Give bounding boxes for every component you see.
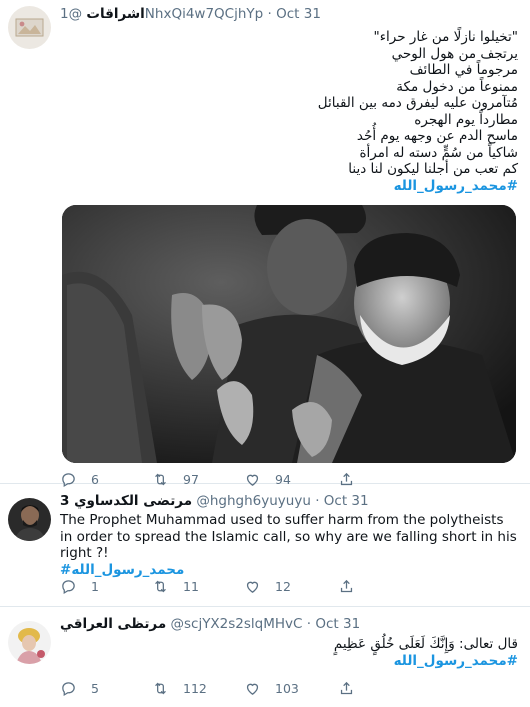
separator-dot: · [315, 493, 320, 509]
share-icon [340, 681, 353, 695]
display-name[interactable]: مرتضى الكدساوي 3 [60, 493, 192, 509]
like-icon [246, 581, 259, 593]
tweet-header: اشراقات @1NhxQi4w7QCjhYp · Oct 31 [60, 6, 321, 22]
share-button[interactable] [338, 578, 369, 595]
tweet-line: شاكياً من سُمٍّ دسته له امرأة [359, 144, 518, 161]
share-icon [340, 579, 353, 593]
tweet-line: كم تعب من أجلنا ليكون لنا دينا [348, 161, 518, 177]
tweet-line: مُتآمرون عليه ليفرق دمه بين القبائل [317, 95, 518, 111]
avatar[interactable] [8, 621, 51, 664]
tweet-line: مرجوماً في الطائف [409, 62, 518, 78]
like-count: 103 [275, 681, 299, 696]
like-button[interactable]: 103 [244, 680, 299, 697]
tweet-1[interactable]: اشراقات @1NhxQi4w7QCjhYp · Oct 31 "تخيلو… [0, 0, 530, 488]
reply-icon [62, 580, 75, 595]
tweet-text-content: قال تعالى: وَإِنَّكَ لَعَلَى خُلُقٍ عَظِ… [333, 636, 518, 652]
like-count: 12 [275, 579, 291, 594]
hashtag-link[interactable]: #محمد_رسول_الله [60, 653, 518, 670]
like-icon [246, 683, 259, 695]
tweet-date[interactable]: Oct 31 [315, 616, 360, 632]
hashtag-link[interactable]: #محمد_رسول_الله [60, 178, 518, 195]
display-name[interactable]: اشراقات [86, 6, 144, 22]
retweet-icon [155, 682, 166, 695]
avatar[interactable] [8, 498, 51, 541]
user-handle[interactable]: @hghgh6yuyuyu [196, 493, 311, 509]
tweet-line: مطارداً يوم الهجره [414, 111, 518, 128]
tweet-line: ممنوعاً من دخول مكة [396, 78, 518, 95]
reply-count: 5 [91, 681, 99, 696]
tweet-header: مرتظى العراقي @scjYX2s2slqMHvC · Oct 31 [60, 616, 360, 632]
tweet-date[interactable]: Oct 31 [276, 6, 321, 22]
reply-button[interactable]: 1 [60, 578, 99, 595]
tweet-2[interactable]: مرتضى الكدساوي 3 @hghgh6yuyuyu · Oct 31 … [0, 484, 530, 607]
tweet-photo[interactable] [62, 205, 516, 463]
retweet-button[interactable]: 11 [152, 578, 199, 595]
avatar[interactable] [8, 6, 51, 49]
tweet-3[interactable]: مرتظى العراقي @scjYX2s2slqMHvC · Oct 31 … [0, 607, 530, 707]
tweet-text: قال تعالى: وَإِنَّكَ لَعَلَى خُلُقٍ عَظِ… [60, 636, 518, 669]
tweet-text: The Prophet Muhammad used to suffer harm… [60, 512, 518, 578]
separator-dot: · [267, 6, 272, 22]
tweet-actions: 5 112 103 [60, 680, 390, 700]
reply-count: 1 [91, 579, 99, 594]
like-button[interactable]: 12 [244, 578, 291, 595]
retweet-count: 11 [183, 579, 199, 594]
reply-button[interactable]: 5 [60, 680, 99, 697]
tweet-date[interactable]: Oct 31 [324, 493, 369, 509]
retweet-count: 112 [183, 681, 207, 696]
tweet-text: "تخيلوا نازلًا من غار حراء" يرتجف من هول… [60, 29, 518, 194]
user-handle[interactable]: @scjYX2s2slqMHvC [170, 616, 302, 632]
separator-dot: · [306, 616, 312, 632]
tweet-line: ماسح الدم عن وجهه يوم أُحُد [356, 128, 518, 144]
reply-icon [62, 682, 75, 697]
display-name[interactable]: مرتظى العراقي [60, 616, 166, 632]
tweet-text-content: The Prophet Muhammad used to suffer harm… [60, 512, 517, 561]
tweet-line: يرتجف من هول الوحي [391, 45, 518, 62]
share-button[interactable] [338, 680, 369, 697]
retweet-icon [155, 580, 166, 593]
tweet-line: "تخيلوا نازلًا من غار حراء" [373, 29, 518, 45]
hashtag-link[interactable]: #محمد_رسول_الله [60, 562, 518, 579]
tweet-header: مرتضى الكدساوي 3 @hghgh6yuyuyu · Oct 31 [60, 493, 369, 509]
retweet-button[interactable]: 112 [152, 680, 207, 697]
tweet-actions: 1 11 12 [60, 578, 390, 598]
